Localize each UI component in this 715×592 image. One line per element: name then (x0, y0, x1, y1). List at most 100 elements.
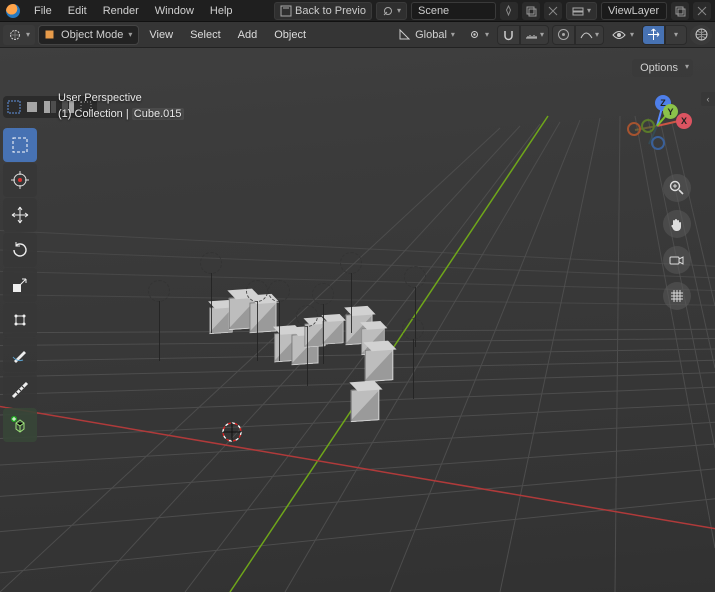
scene-light[interactable] (268, 280, 290, 302)
scene-icon (382, 5, 394, 17)
tool-add-primitive[interactable] (3, 408, 37, 442)
tool-move[interactable] (3, 198, 37, 232)
pin-scene-button[interactable] (500, 2, 518, 20)
gizmo-dropdown[interactable]: ▾ (665, 25, 687, 45)
scene-name-field[interactable]: Scene (411, 2, 496, 20)
mode-label: Object Mode (61, 29, 123, 41)
navigation-gizmo[interactable]: Z Y X (619, 86, 695, 162)
delete-scene-button[interactable] (544, 2, 562, 20)
back-to-previous-label: Back to Previo (295, 5, 366, 17)
menu-file[interactable]: File (26, 2, 60, 20)
grid-icon (669, 288, 685, 304)
copy-icon (525, 5, 537, 17)
back-to-previous-button[interactable]: Back to Previo (274, 2, 372, 20)
menu-help[interactable]: Help (202, 2, 241, 20)
proportional-edit-toggle[interactable] (552, 25, 575, 45)
tool-annotate[interactable] (3, 338, 37, 372)
gizmo-group: ▾ (642, 25, 687, 45)
zoom-button[interactable] (663, 174, 691, 202)
scene-light[interactable] (312, 283, 334, 305)
browse-scene-button[interactable]: ▾ (376, 2, 407, 20)
tool-rotate[interactable] (3, 233, 37, 267)
pivot-point-dropdown[interactable]: ▾ (463, 25, 494, 45)
active-object-name: Cube.015 (132, 108, 184, 120)
blender-logo-icon (6, 4, 20, 18)
scene-light[interactable] (246, 280, 268, 302)
viewlayer-name-field[interactable]: ViewLayer (601, 2, 667, 20)
tool-cursor[interactable] (3, 163, 37, 197)
orientation-label: Global (415, 29, 447, 41)
viewport-3d[interactable]: User Perspective (1) Collection | Cube.0… (0, 48, 715, 592)
hand-icon (669, 216, 685, 232)
menu-edit[interactable]: Edit (60, 2, 95, 20)
layers-icon (572, 5, 584, 17)
cursor-3d (220, 420, 242, 442)
tool-measure[interactable] (3, 373, 37, 407)
orientation-icon (398, 28, 411, 41)
select-mode-3[interactable] (41, 98, 59, 116)
viewport-header: ▾ Object Mode ▾ View Select Add Object G… (0, 22, 715, 48)
select-menu[interactable]: Select (183, 26, 228, 44)
tool-transform[interactable] (3, 303, 37, 337)
scene-cube[interactable] (323, 319, 344, 344)
overlays-toggle[interactable] (690, 25, 712, 45)
editor-type-dropdown[interactable]: ▾ (3, 25, 35, 45)
proportional-falloff-dropdown[interactable]: ▾ (575, 25, 604, 45)
add-menu[interactable]: Add (231, 26, 265, 44)
falloff-icon (580, 28, 593, 41)
close-icon (697, 6, 707, 16)
menu-render[interactable]: Render (95, 2, 147, 20)
eye-icon (612, 28, 626, 42)
globe-icon (695, 28, 708, 41)
menu-window[interactable]: Window (147, 2, 202, 20)
camera-view-button[interactable] (663, 246, 691, 274)
select-mode-2[interactable] (23, 98, 41, 116)
pivot-icon (468, 28, 481, 41)
proportional-group: ▾ (552, 25, 604, 45)
magnet-icon (502, 28, 515, 41)
scene-light[interactable] (200, 252, 222, 274)
scene-light[interactable] (148, 280, 170, 302)
toggle-ortho-button[interactable] (663, 282, 691, 310)
camera-icon (669, 252, 685, 268)
snap-toggle[interactable] (497, 25, 520, 45)
scene-light[interactable] (340, 252, 362, 274)
tool-select-box[interactable] (3, 128, 37, 162)
transform-orientation-dropdown[interactable]: Global ▾ (393, 25, 460, 45)
view-menu[interactable]: View (142, 26, 180, 44)
axis-x-handle[interactable]: X (676, 113, 692, 129)
scene-cube[interactable] (351, 388, 380, 422)
back-icon (280, 5, 292, 17)
object-visibility-dropdown[interactable]: ▾ (607, 25, 639, 45)
zoom-icon (669, 180, 685, 196)
select-mode-1[interactable] (5, 98, 23, 116)
gizmo-icon (647, 28, 660, 41)
object-mode-icon (43, 28, 56, 41)
snap-type-dropdown[interactable]: ▾ (520, 25, 549, 45)
object-menu[interactable]: Object (267, 26, 313, 44)
mode-dropdown[interactable]: Object Mode ▾ (38, 25, 139, 45)
proportional-icon (557, 28, 570, 41)
scene-light[interactable] (404, 266, 426, 288)
scene-light[interactable] (296, 305, 318, 327)
viewport-options-dropdown[interactable]: Options (632, 59, 693, 77)
axis-neg-y-handle[interactable] (641, 119, 655, 133)
toggle-n-panel[interactable]: ‹ (701, 92, 715, 106)
copy-icon (674, 5, 686, 17)
scene-cube[interactable] (365, 348, 394, 382)
new-scene-button[interactable] (522, 2, 540, 20)
show-gizmos-toggle[interactable] (642, 25, 665, 45)
scene-light[interactable] (402, 318, 424, 340)
tool-scale[interactable] (3, 268, 37, 302)
axis-neg-z-handle[interactable] (651, 136, 665, 150)
snap-group: ▾ (497, 25, 549, 45)
pan-button[interactable] (663, 210, 691, 238)
top-menu-bar: File Edit Render Window Help Back to Pre… (0, 0, 715, 22)
pin-icon (503, 5, 514, 16)
scene-cube[interactable] (250, 301, 277, 333)
browse-viewlayer-button[interactable]: ▾ (566, 2, 597, 20)
viewport-nav-buttons (663, 174, 691, 310)
new-viewlayer-button[interactable] (671, 2, 689, 20)
delete-viewlayer-button[interactable] (693, 2, 711, 20)
axis-neg-x-handle[interactable] (627, 122, 641, 136)
